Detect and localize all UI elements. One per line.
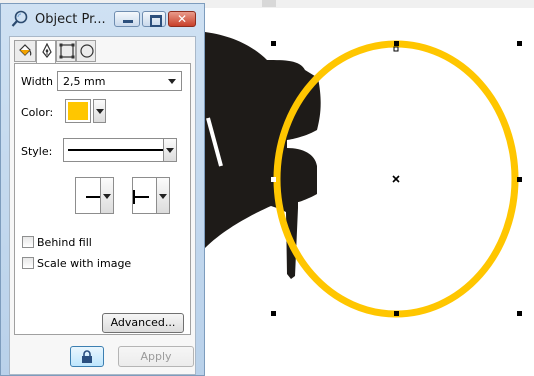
circle-icon — [80, 44, 94, 58]
color-swatch — [68, 102, 88, 120]
toolbar-fragment — [262, 0, 276, 7]
color-picker[interactable] — [65, 99, 91, 123]
tab-outline[interactable] — [36, 40, 56, 64]
scale-with-image-label: Scale with image — [37, 257, 132, 270]
tab-fill[interactable] — [14, 40, 36, 62]
pen-nib-icon — [42, 43, 52, 58]
color-dropdown-button[interactable] — [93, 99, 106, 123]
lock-icon — [82, 350, 92, 363]
object-properties-icon — [11, 10, 28, 27]
apply-button[interactable]: Apply — [118, 346, 194, 367]
maximize-button[interactable] — [142, 11, 166, 27]
advanced-button[interactable]: Advanced... — [102, 313, 184, 333]
close-icon: ✕ — [176, 12, 188, 26]
minimize-button[interactable] — [114, 11, 140, 27]
width-label: Width — [21, 75, 53, 88]
solid-line-preview — [68, 149, 172, 151]
color-label: Color: — [21, 106, 54, 119]
title-bar[interactable]: Object Pr... ✕ — [1, 4, 204, 35]
line-start-cap — [133, 190, 135, 204]
close-button[interactable]: ✕ — [168, 11, 196, 27]
minimize-icon — [123, 20, 133, 23]
maximize-icon — [150, 15, 162, 27]
properties-panel: Width 2,5 mm Color: Style: Behind fill S… — [9, 36, 196, 375]
end-arrowhead-combo[interactable] — [132, 177, 170, 214]
chevron-down-icon — [168, 79, 176, 84]
selection-handle-left[interactable] — [271, 177, 276, 182]
chevron-down-icon — [156, 177, 170, 214]
black-shape[interactable] — [205, 32, 321, 279]
chevron-down-icon — [100, 177, 114, 214]
tab-general[interactable] — [76, 40, 96, 62]
canvas-drawing — [205, 32, 522, 318]
chevron-down-icon — [96, 109, 104, 114]
tab-transparency[interactable] — [56, 40, 76, 62]
ellipse-node[interactable] — [393, 46, 399, 52]
width-combo[interactable]: 2,5 mm — [57, 71, 182, 91]
fill-bucket-icon — [19, 44, 32, 56]
outline-properties: Width 2,5 mm Color: Style: Behind fill S… — [14, 63, 191, 335]
object-properties-docker: Object Pr... ✕ Width 2,5 mm Color: Style… — [0, 3, 205, 376]
lock-toggle-button[interactable] — [70, 346, 104, 367]
drawing-canvas[interactable] — [205, 8, 534, 376]
width-value: 2,5 mm — [63, 75, 106, 88]
window-title: Object Pr... — [35, 12, 106, 27]
line-start-preview — [133, 196, 149, 198]
behind-fill-checkbox[interactable] — [22, 236, 34, 248]
center-mark-icon — [392, 175, 400, 183]
transparency-icon — [59, 43, 75, 59]
style-label: Style: — [21, 145, 53, 158]
scale-with-image-checkbox[interactable] — [22, 257, 34, 269]
line-style-combo[interactable] — [63, 138, 177, 162]
start-arrowhead-combo[interactable] — [75, 177, 114, 214]
behind-fill-label: Behind fill — [37, 236, 92, 249]
chevron-down-icon — [163, 138, 177, 162]
